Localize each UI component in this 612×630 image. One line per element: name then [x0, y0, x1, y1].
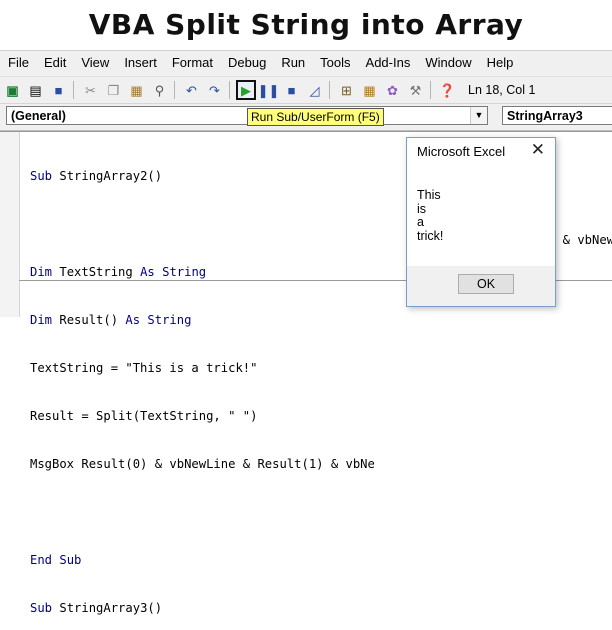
close-icon[interactable]: ✕ [531, 140, 545, 160]
save-icon[interactable]: ■ [48, 80, 69, 101]
menu-bar: File Edit View Insert Format Debug Run T… [0, 51, 612, 75]
project-explorer-icon[interactable]: ⊞ [336, 80, 357, 101]
redo-icon[interactable]: ↷ [204, 80, 225, 101]
standard-toolbar: ▣ ▤ ■ ✂ ❐ ▦ ⚲ ↶ ↷ ▶ ❚❚ ■ ◿ ⊞ ▦ ✿ ⚒ ❓ Ln … [0, 76, 612, 104]
paste-icon[interactable]: ▦ [126, 80, 147, 101]
run-tooltip: Run Sub/UserForm (F5) [247, 108, 384, 126]
menu-debug[interactable]: Debug [220, 51, 273, 75]
toolbar-separator [73, 81, 74, 99]
insert-module-icon[interactable]: ▤ [25, 80, 46, 101]
cut-icon[interactable]: ✂ [80, 80, 101, 101]
help-icon[interactable]: ❓ [437, 80, 458, 101]
menu-tools[interactable]: Tools [312, 51, 357, 75]
menu-view[interactable]: View [73, 51, 116, 75]
code-line: Dim Result() As String [30, 313, 192, 327]
code-lines: Sub StringArray2() Dim TextString As Str… [30, 136, 375, 630]
menu-file[interactable]: File [0, 51, 36, 75]
menu-format[interactable]: Format [164, 51, 220, 75]
message-line: trick! [417, 228, 444, 243]
code-line: Dim TextString As String [30, 265, 207, 279]
toolbox-icon[interactable]: ⚒ [405, 80, 426, 101]
chevron-down-icon[interactable]: ▼ [470, 107, 487, 124]
code-window-header: (General) ▼ Run Sub/UserForm (F5) String… [0, 103, 612, 131]
undo-icon[interactable]: ↶ [181, 80, 202, 101]
reset-icon[interactable]: ■ [281, 80, 302, 101]
message-line: a [417, 215, 424, 229]
object-combo-value: (General) [11, 109, 66, 123]
code-line: End Sub [30, 553, 82, 567]
message-box: Microsoft Excel ✕ This is a trick! OK [406, 137, 556, 307]
menu-window[interactable]: Window [417, 51, 478, 75]
message-box-text: This is a trick! [417, 188, 444, 243]
menu-help[interactable]: Help [479, 51, 521, 75]
toolbar-separator [430, 81, 431, 99]
find-icon[interactable]: ⚲ [149, 80, 170, 101]
design-mode-icon[interactable]: ◿ [304, 80, 325, 101]
object-browser-icon[interactable]: ✿ [382, 80, 403, 101]
menu-insert[interactable]: Insert [116, 51, 164, 75]
code-line: MsgBox Result(0) & vbNewLine & Result(1)… [30, 457, 375, 471]
code-line: Result = Split(TextString, " ") [30, 409, 258, 423]
code-line: TextString = "This is a trick!" [30, 361, 258, 375]
toolbar-separator [229, 81, 230, 99]
code-margin [0, 132, 20, 317]
toolbar-separator [174, 81, 175, 99]
copy-icon[interactable]: ❐ [103, 80, 124, 101]
code-line-tail: ) & vbNewL [548, 233, 612, 247]
procedure-combo-value: StringArray3 [507, 109, 583, 123]
cursor-position: Ln 18, Col 1 [468, 83, 536, 97]
code-line: Sub StringArray2() [30, 169, 163, 183]
break-icon[interactable]: ❚❚ [258, 80, 280, 101]
message-line: This [417, 188, 441, 202]
message-box-title: Microsoft Excel [417, 144, 506, 159]
page-title: VBA Split String into Array [88, 8, 524, 41]
code-line: Sub StringArray3() [30, 601, 163, 615]
menu-addins[interactable]: Add-Ins [358, 51, 418, 75]
procedure-combo[interactable]: StringArray3 [502, 106, 612, 125]
run-icon[interactable]: ▶ [236, 80, 256, 100]
toolbar-separator [329, 81, 330, 99]
properties-icon[interactable]: ▦ [359, 80, 380, 101]
menu-edit[interactable]: Edit [36, 51, 73, 75]
message-line: is [417, 201, 427, 216]
ok-button[interactable]: OK [458, 274, 514, 294]
excel-view-icon[interactable]: ▣ [2, 80, 23, 101]
menu-run[interactable]: Run [273, 51, 312, 75]
